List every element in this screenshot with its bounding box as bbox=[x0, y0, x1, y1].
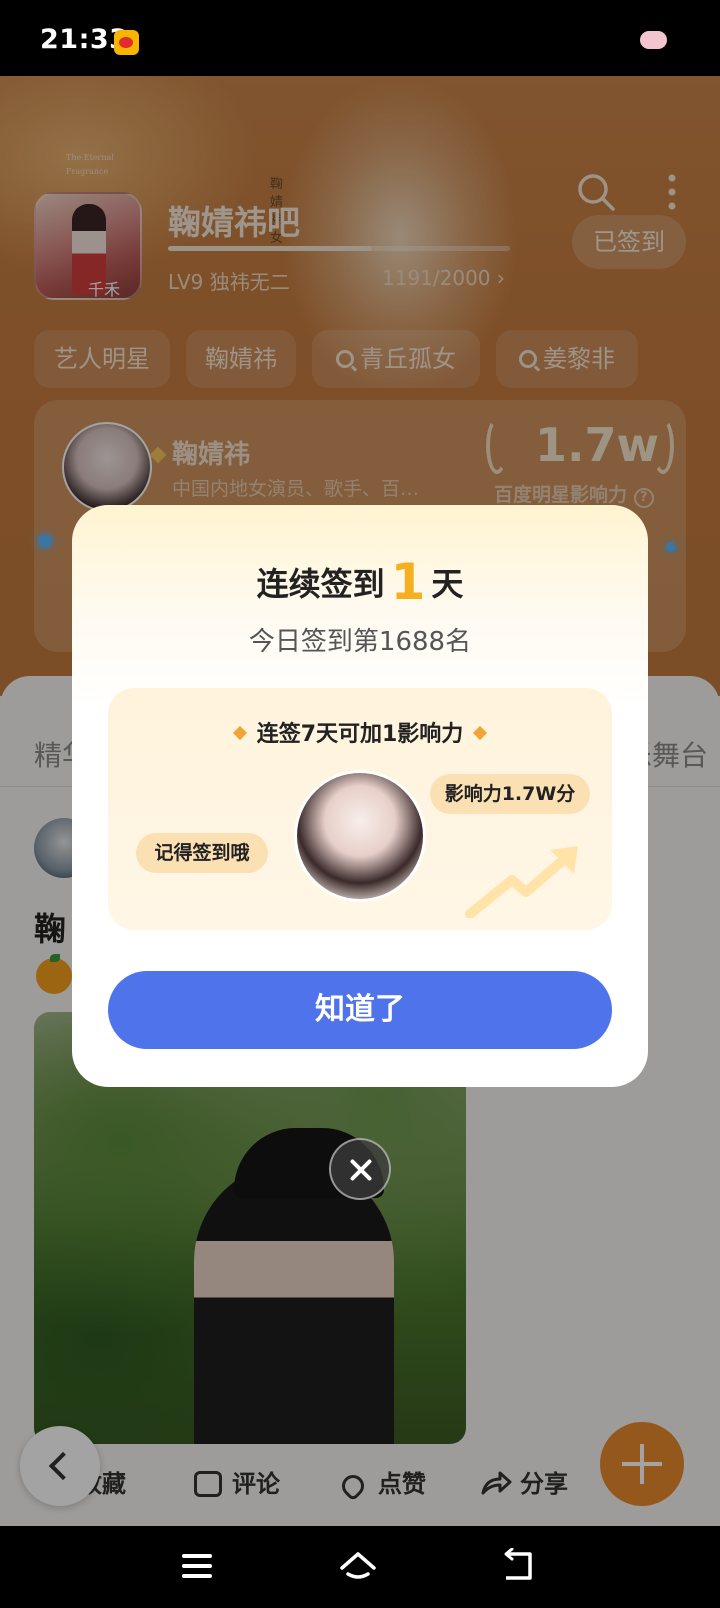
status-bar: 21:33 bbox=[0, 0, 720, 76]
sparkle-icon bbox=[232, 725, 247, 741]
reminder-bubble: 记得签到哦 bbox=[136, 833, 268, 873]
sparkle-icon bbox=[473, 725, 488, 741]
back-nav-icon[interactable] bbox=[500, 1548, 540, 1584]
battery-indicator-icon bbox=[640, 31, 667, 49]
weibo-notification-icon bbox=[114, 30, 139, 55]
streak-prefix: 连续签到 bbox=[256, 565, 385, 603]
influence-bubble: 影响力1.7W分 bbox=[430, 774, 590, 814]
app-screen: 21:33 The Eternal Fragrance 鞠婧祎女 千禾 鞠婧祎吧… bbox=[0, 0, 720, 1608]
close-dialog-icon[interactable] bbox=[329, 1138, 391, 1200]
checkin-rank: 今日签到第1688名 bbox=[248, 627, 472, 657]
checkin-dialog: 连续签到 1 天 今日签到第1688名 连签7天可加1影响力 记得签到哦 影响力1.… bbox=[72, 505, 648, 1087]
checkin-reward-card: 连签7天可加1影响力 记得签到哦 影响力1.7W分 bbox=[108, 688, 612, 930]
menu-icon[interactable] bbox=[180, 1548, 220, 1584]
system-navigation-bar bbox=[0, 1526, 720, 1608]
streak-suffix: 天 bbox=[431, 565, 464, 603]
reward-card-title-text: 连签7天可加1影响力 bbox=[256, 722, 464, 747]
streak-days: 1 bbox=[390, 553, 426, 611]
got-it-button[interactable]: 知道了 bbox=[108, 971, 612, 1049]
trend-up-arrow-icon bbox=[465, 846, 578, 918]
reward-card-title: 连签7天可加1影响力 bbox=[108, 716, 612, 748]
star-avatar-large bbox=[294, 770, 426, 902]
home-icon[interactable] bbox=[338, 1548, 378, 1584]
checkin-streak-title: 连续签到 1 天 bbox=[72, 553, 648, 611]
